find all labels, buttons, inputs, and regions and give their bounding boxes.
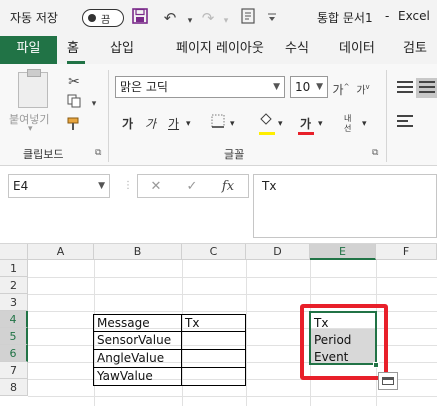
- row-header-1[interactable]: 1: [0, 260, 28, 277]
- chevron-down-icon: ▼: [273, 82, 280, 92]
- column-header-d[interactable]: D: [246, 244, 310, 260]
- formula-bar: E4 ▼ ⋮ ✕ ✓ fx Tx: [0, 166, 437, 244]
- shrink-font-button[interactable]: 가v: [354, 77, 372, 97]
- tab-formulas[interactable]: 수식: [285, 36, 309, 64]
- chevron-down-icon: ▼: [98, 181, 105, 191]
- font-launcher-icon[interactable]: ⧉: [372, 148, 378, 158]
- toggle-knob: [88, 14, 96, 22]
- ribbon-tabs: 파일 홈 삽입 페이지 레이아웃 수식 데이터 검토: [0, 36, 437, 64]
- paste-icon[interactable]: [18, 69, 48, 108]
- undo-dropdown-icon[interactable]: ▾: [180, 8, 200, 28]
- cell-c4[interactable]: Tx: [182, 315, 246, 332]
- redo-dropdown-icon[interactable]: ▾: [216, 8, 236, 28]
- cut-icon[interactable]: ✂: [64, 72, 84, 92]
- document-icon[interactable]: [238, 8, 258, 28]
- autosave-state: 끔: [101, 15, 111, 26]
- phonetic-button[interactable]: 내선: [344, 114, 358, 134]
- tab-home[interactable]: 홈: [67, 36, 85, 64]
- row-header-6[interactable]: 6: [0, 345, 28, 362]
- tab-review[interactable]: 검토: [403, 36, 427, 64]
- row-header-7[interactable]: 7: [0, 362, 28, 379]
- copy-icon[interactable]: [64, 94, 84, 114]
- column-header-a[interactable]: A: [28, 244, 94, 260]
- align-left-icon[interactable]: [394, 112, 416, 132]
- autosave-toggle[interactable]: 끔: [82, 9, 124, 27]
- shrink-font-glyph: 가: [356, 85, 366, 97]
- save-icon[interactable]: [130, 8, 150, 28]
- cell-b4[interactable]: Message: [94, 315, 182, 332]
- worksheet-grid: A B C D E F 1 2 3 4 5 6 7 8 Message Tx S…: [0, 244, 437, 406]
- formula-buttons: ✕ ✓ fx: [137, 174, 249, 198]
- cancel-icon[interactable]: ✕: [146, 178, 166, 196]
- format-painter-icon[interactable]: [64, 116, 84, 136]
- grow-font-glyph: 가: [332, 83, 344, 97]
- row-header-8[interactable]: 8: [0, 379, 28, 396]
- font-color-dropdown-icon[interactable]: ▾: [318, 114, 323, 134]
- copy-dropdown-icon[interactable]: ▾: [84, 94, 104, 114]
- formula-bar-splitter[interactable]: ⋮: [123, 180, 133, 191]
- column-header-c[interactable]: C: [182, 244, 246, 260]
- redo-icon[interactable]: ↷: [198, 8, 218, 28]
- font-color-button[interactable]: 가: [300, 114, 311, 134]
- row-header-5[interactable]: 5: [0, 328, 28, 345]
- tab-insert[interactable]: 삽입: [110, 36, 134, 64]
- name-box-value: E4: [13, 179, 29, 193]
- column-header-e[interactable]: E: [310, 244, 376, 260]
- fill-color-swatch: [259, 132, 275, 135]
- phonetic-dropdown-icon[interactable]: ▾: [362, 114, 367, 134]
- quick-analysis-icon[interactable]: [378, 372, 398, 390]
- underline-dropdown-icon[interactable]: ▾: [186, 114, 191, 134]
- title-separator: -: [385, 9, 390, 23]
- clipboard-launcher-icon[interactable]: ⧉: [95, 148, 101, 158]
- align-middle-icon[interactable]: [416, 78, 437, 98]
- italic-button[interactable]: 가: [145, 114, 156, 134]
- cell-b7[interactable]: YawValue: [94, 368, 182, 385]
- border-dropdown-icon[interactable]: ▾: [230, 114, 235, 134]
- autosave-label: 자동 저장: [10, 11, 58, 25]
- font-name-select[interactable]: 맑은 고딕 ▼: [115, 76, 285, 98]
- tab-page-layout[interactable]: 페이지 레이아웃: [176, 36, 264, 64]
- row-header-4[interactable]: 4: [0, 311, 28, 328]
- font-color-swatch: [298, 132, 314, 135]
- annotation-red-box: [300, 304, 388, 380]
- clipboard-group-label: 클립보드: [23, 148, 64, 161]
- insert-function-button[interactable]: fx: [218, 178, 238, 196]
- document-title: 통합 문서1: [317, 11, 373, 25]
- border-icon[interactable]: [208, 114, 228, 134]
- row-header-3[interactable]: 3: [0, 294, 28, 311]
- title-bar: 자동 저장 끔 ↶ ▾ ↷ ▾ 통합 문서1 - Excel: [0, 0, 437, 36]
- underline-button[interactable]: 가: [168, 114, 179, 134]
- fill-color-dropdown-icon[interactable]: ▾: [278, 114, 283, 134]
- row-header-2[interactable]: 2: [0, 277, 28, 294]
- grow-font-button[interactable]: 가^: [332, 77, 350, 97]
- align-top-icon[interactable]: [394, 78, 416, 98]
- undo-icon[interactable]: ↶: [160, 8, 180, 28]
- font-group-label: 글꼴: [224, 148, 245, 161]
- paste-dropdown-icon[interactable]: ▾: [28, 124, 33, 134]
- name-box[interactable]: E4 ▼: [8, 174, 110, 198]
- font-size-select[interactable]: 10 ▼: [290, 76, 328, 98]
- column-header-f[interactable]: F: [376, 244, 437, 260]
- tab-data[interactable]: 데이터: [339, 36, 375, 64]
- select-all-button[interactable]: [0, 244, 28, 260]
- customize-toolbar-icon[interactable]: [262, 8, 282, 28]
- app-name: Excel: [398, 9, 430, 23]
- tab-file[interactable]: 파일: [0, 36, 57, 64]
- font-name-value: 맑은 고딕: [120, 80, 168, 94]
- column-header-b[interactable]: B: [94, 244, 182, 260]
- cell-b6[interactable]: AngleValue: [94, 350, 182, 367]
- font-size-value: 10: [295, 80, 311, 94]
- fill-color-icon[interactable]: [256, 112, 276, 132]
- chevron-down-icon: ▼: [316, 82, 323, 92]
- formula-input[interactable]: Tx: [253, 174, 437, 238]
- cell-b5[interactable]: SensorValue: [94, 332, 182, 349]
- ribbon-home: 붙여넣기 ▾ ✂ ▾ 클립보드 ⧉ 맑은 고딕 ▼ 10 ▼ 가^ 가v 가 가…: [0, 64, 437, 166]
- bold-button[interactable]: 가: [122, 114, 133, 134]
- enter-icon[interactable]: ✓: [182, 178, 202, 196]
